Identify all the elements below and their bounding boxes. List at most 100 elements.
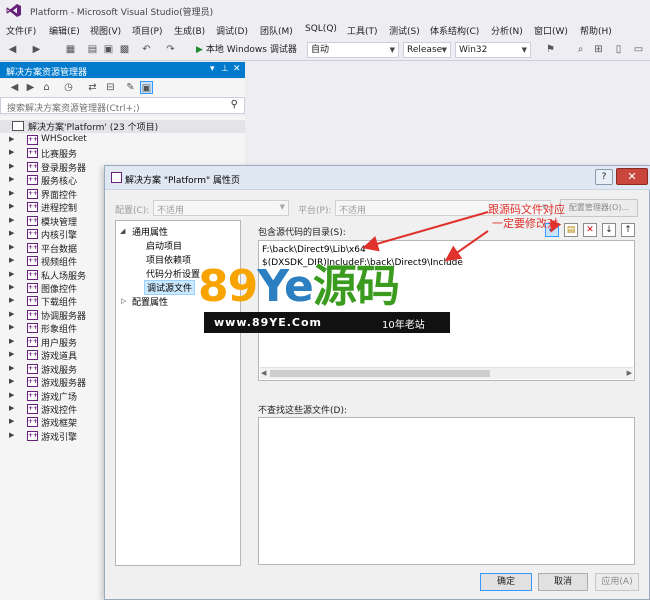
configuration-dropdown[interactable]: Release ▼	[403, 42, 451, 58]
close-icon[interactable]: ✕	[233, 64, 241, 74]
menu-window[interactable]: 窗口(W)	[534, 24, 568, 37]
menu-tools[interactable]: 工具(T)	[347, 24, 378, 37]
expand-arrow-icon[interactable]: ▶	[9, 431, 14, 439]
menu-project[interactable]: 项目(P)	[132, 24, 162, 37]
menu-test[interactable]: 测试(S)	[389, 24, 420, 37]
start-debugging-button[interactable]: ▶ 本地 Windows 调试器	[196, 42, 297, 58]
expand-arrow-icon[interactable]: ▶	[9, 404, 14, 412]
scrollbar-thumb[interactable]	[270, 370, 490, 377]
forward-icon[interactable]: ▶	[24, 81, 37, 94]
open-file-icon[interactable]: ▤	[86, 43, 99, 56]
move-down-icon[interactable]: ↓	[602, 223, 616, 237]
tree-common-properties[interactable]: 通用属性	[132, 225, 168, 238]
expand-arrow-icon[interactable]: ▶	[9, 243, 14, 251]
menu-architecture[interactable]: 体系结构(C)	[430, 24, 479, 37]
project-node[interactable]: ▶ ++ 比赛服务	[0, 147, 245, 160]
platform-dropdown[interactable]: Win32 ▼	[455, 42, 531, 58]
menu-sql[interactable]: SQL(Q)	[305, 24, 337, 34]
expand-arrow-icon[interactable]: ▶	[9, 337, 14, 345]
cpp-project-icon: ++	[27, 350, 39, 361]
expand-arrow-icon[interactable]: ▶	[9, 323, 14, 331]
properties-icon[interactable]: ✎	[124, 81, 137, 94]
tree-project-dependencies[interactable]: 项目依赖项	[146, 253, 191, 266]
configuration-dropdown[interactable]: 不适用 ▼	[153, 200, 289, 216]
expand-arrow-icon[interactable]: ▶	[9, 162, 14, 170]
menu-debug[interactable]: 调试(D)	[216, 24, 248, 37]
find-icon[interactable]: ⌕	[574, 43, 587, 56]
expand-arrow-icon[interactable]: ▶	[9, 216, 14, 224]
cpp-project-icon: ++	[27, 309, 39, 320]
menu-help[interactable]: 帮助(H)	[580, 24, 612, 37]
cancel-button[interactable]: 取消	[538, 573, 588, 591]
project-label: 协调服务器	[41, 311, 87, 322]
delete-icon[interactable]: ✕	[583, 223, 597, 237]
menu-file[interactable]: 文件(F)	[6, 24, 36, 37]
exclude-files-list[interactable]	[258, 417, 635, 565]
configuration-manager-button[interactable]: 配置管理器(O)...	[560, 199, 638, 217]
pin-icon[interactable]: ⊥	[221, 64, 229, 74]
close-button[interactable]: ✕	[616, 168, 648, 185]
expand-arrow-icon[interactable]: ▶	[9, 417, 14, 425]
collapse-all-icon[interactable]: ⊟	[104, 81, 117, 94]
expand-arrow-icon[interactable]: ▶	[9, 270, 14, 278]
save-all-icon[interactable]: ▩	[118, 43, 131, 56]
comment-icon[interactable]: ▯	[612, 43, 625, 56]
home-icon[interactable]: ⌂	[40, 81, 53, 94]
dialog-title: 解决方案 "Platform" 属性页	[125, 176, 240, 186]
attach-process-icon[interactable]: ⚑	[544, 43, 557, 56]
expand-arrow-icon[interactable]: ▶	[9, 391, 14, 399]
move-up-icon[interactable]: ↑	[621, 223, 635, 237]
expand-arrow-icon[interactable]: ▶	[9, 229, 14, 237]
sync-icon[interactable]: ⇄	[86, 81, 99, 94]
cpp-project-icon: ++	[27, 256, 39, 267]
new-project-icon[interactable]: ▦	[64, 43, 77, 56]
forward-icon[interactable]: ▶	[30, 43, 43, 56]
uncomment-icon[interactable]: ▭	[632, 43, 645, 56]
tree-configuration-properties[interactable]: 配置属性	[132, 295, 168, 308]
expand-arrow-icon[interactable]: ▶	[9, 189, 14, 197]
scroll-left-icon[interactable]: ◀	[261, 369, 266, 377]
expand-arrow-icon[interactable]: ▶	[9, 377, 14, 385]
expand-arrow-icon[interactable]: ▶	[9, 135, 14, 143]
bookmark-icon[interactable]: ⊞	[592, 43, 605, 56]
menu-build[interactable]: 生成(B)	[174, 24, 205, 37]
project-node[interactable]: ▶ ++ WHSocket	[0, 134, 245, 147]
expand-arrow-icon[interactable]: ▶	[9, 310, 14, 318]
tree-startup-project[interactable]: 启动项目	[146, 239, 182, 252]
expand-arrow-icon[interactable]: ▶	[9, 364, 14, 372]
horizontal-scrollbar[interactable]: ◀ ▶	[260, 367, 633, 379]
preview-icon[interactable]: ▣	[140, 81, 153, 94]
expand-arrow-icon[interactable]: ▶	[9, 148, 14, 156]
expand-arrow-icon[interactable]: ▶	[9, 202, 14, 210]
debugger-mode-dropdown[interactable]: 自动 ▼	[307, 42, 399, 58]
new-line-icon[interactable]: ▤	[564, 223, 578, 237]
search-icon[interactable]: ⚲	[231, 99, 238, 110]
menu-edit[interactable]: 编辑(E)	[49, 24, 80, 37]
menu-view[interactable]: 视图(V)	[90, 24, 121, 37]
pending-changes-icon[interactable]: ◷	[62, 81, 75, 94]
scroll-right-icon[interactable]: ▶	[627, 369, 632, 377]
expand-arrow-icon[interactable]: ▶	[9, 350, 14, 358]
watermark-slogan: 10年老站	[382, 320, 425, 331]
ok-button[interactable]: 确定	[480, 573, 532, 591]
include-path-item[interactable]: F:\back\Direct9\Lib\x64	[262, 245, 366, 255]
apply-button[interactable]: 应用(A)	[595, 573, 639, 591]
redo-icon[interactable]: ↷	[164, 43, 177, 56]
expand-arrow-icon[interactable]: ▶	[9, 283, 14, 291]
back-icon[interactable]: ◀	[8, 81, 21, 94]
save-icon[interactable]: ▣	[102, 43, 115, 56]
solution-explorer-search[interactable]: 搜索解决方案资源管理器(Ctrl+;) ⚲	[0, 97, 245, 114]
help-button[interactable]: ?	[595, 169, 613, 185]
tree-debug-source-files[interactable]: 调试源文件	[144, 280, 196, 295]
undo-icon[interactable]: ↶	[140, 43, 153, 56]
menu-analyze[interactable]: 分析(N)	[491, 24, 523, 37]
menu-team[interactable]: 团队(M)	[260, 24, 293, 37]
tree-code-analysis[interactable]: 代码分析设置	[146, 267, 200, 280]
dropdown-icon[interactable]: ▾	[210, 64, 215, 74]
expand-arrow-icon[interactable]: ▶	[9, 175, 14, 183]
solution-node[interactable]: 解决方案'Platform' (23 个项目)	[0, 120, 245, 133]
expand-arrow-icon[interactable]: ▶	[9, 256, 14, 264]
back-icon[interactable]: ◀	[6, 43, 19, 56]
expand-arrow-icon[interactable]: ▶	[9, 296, 14, 304]
solution-explorer-toolbar: ◀ ▶ ⌂ ◷ ⇄ ⊟ ✎ ▣	[0, 79, 245, 97]
